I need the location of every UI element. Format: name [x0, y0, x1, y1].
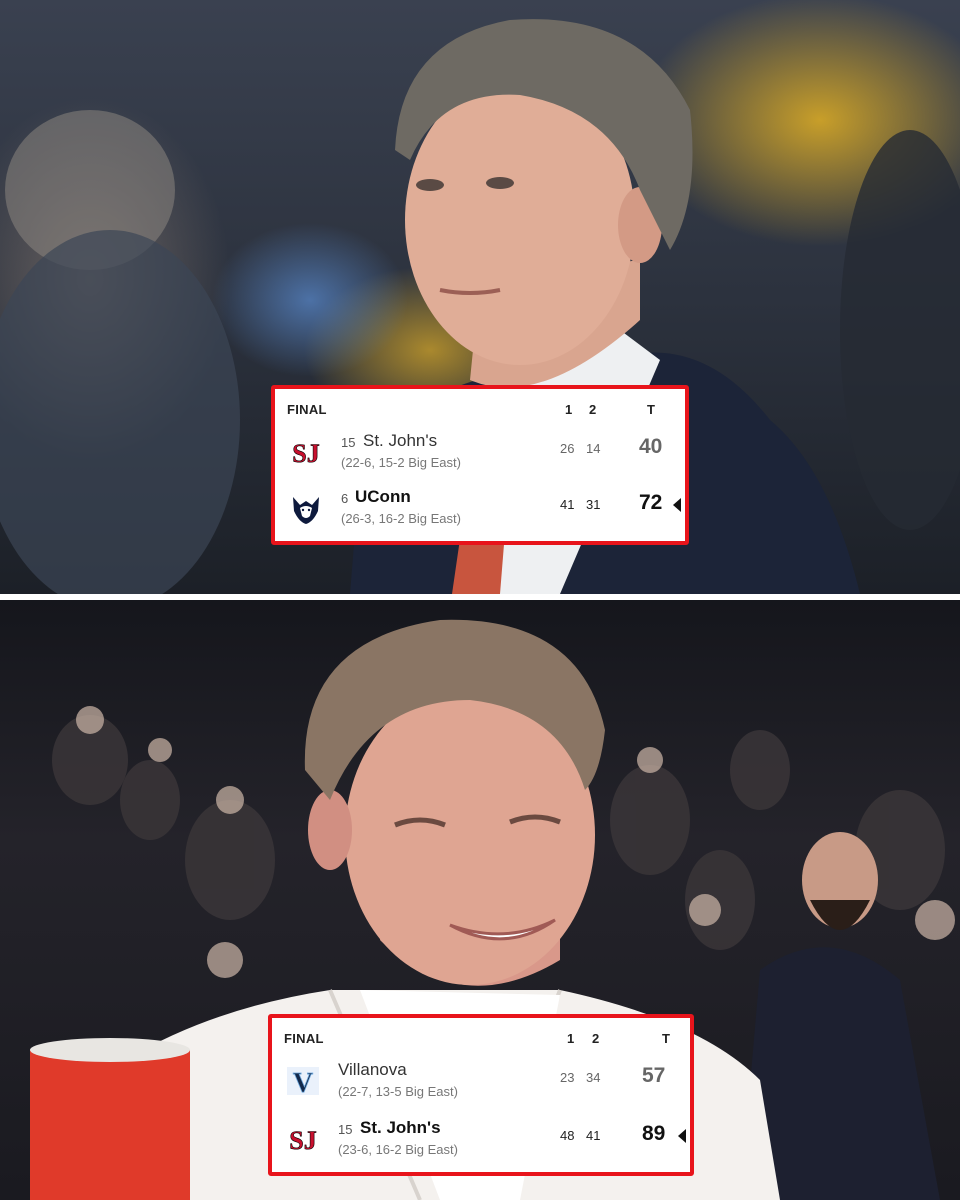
scorecard-header: FINAL 1 2 T: [275, 389, 685, 429]
team-rank: 15: [341, 435, 356, 450]
team-row-uconn[interactable]: 6 UConn (26-3, 16-2 Big East) 41 31 72: [275, 481, 685, 537]
svg-text:V: V: [293, 1068, 313, 1098]
team-name: St. John's: [360, 1118, 441, 1137]
team-row-st-johns[interactable]: SJ 15 St. John's (22-6, 15-2 Big East) 2…: [275, 425, 685, 481]
team-record: (22-6, 15-2 Big East): [341, 455, 461, 470]
uconn-husky-logo-icon: [293, 497, 319, 524]
total-score: 72: [639, 491, 663, 514]
svg-text:SJ: SJ: [292, 439, 319, 468]
period-2-score: 14: [586, 441, 601, 456]
team-row-st-johns[interactable]: SJ 15 St. John's (23-6, 16-2 Big East) 4…: [272, 1112, 690, 1168]
team-record: (23-6, 16-2 Big East): [338, 1142, 458, 1157]
total-score: 57: [642, 1064, 666, 1087]
st-johns-logo-icon: SJ: [292, 439, 320, 469]
period-2-score: 41: [586, 1128, 601, 1143]
svg-text:SJ: SJ: [289, 1126, 316, 1155]
total-score: 89: [642, 1122, 666, 1145]
winner-arrow-icon: [673, 498, 681, 512]
period-1-score: 48: [560, 1128, 575, 1143]
scorecard-bottom: FINAL 1 2 T V Villanova (22-7, 13-5 Big …: [268, 1014, 694, 1176]
period-1-score: 26: [560, 441, 575, 456]
period-2-score: 34: [586, 1070, 601, 1085]
team-name: UConn: [355, 487, 411, 506]
st-johns-logo-icon: SJ: [289, 1126, 317, 1156]
period-1-score: 23: [560, 1070, 575, 1085]
winner-arrow-icon: [678, 1129, 686, 1143]
column-total-header: T: [662, 1031, 670, 1046]
status-final: FINAL: [287, 402, 327, 417]
team-name: Villanova: [338, 1060, 407, 1079]
column-2-header: 2: [589, 402, 597, 417]
column-2-header: 2: [592, 1031, 600, 1046]
team-rank: 6: [341, 491, 349, 506]
villanova-logo-icon: V: [287, 1067, 319, 1098]
period-1-score: 41: [560, 497, 575, 512]
team-record: (22-7, 13-5 Big East): [338, 1084, 458, 1099]
scorecard-top: FINAL 1 2 T SJ 15 St. John's (22-6, 15-2…: [271, 385, 689, 545]
column-1-header: 1: [565, 402, 573, 417]
scorecard-header: FINAL 1 2 T: [272, 1018, 690, 1058]
status-final: FINAL: [284, 1031, 324, 1046]
period-2-score: 31: [586, 497, 601, 512]
total-score: 40: [639, 435, 663, 458]
team-record: (26-3, 16-2 Big East): [341, 511, 461, 526]
team-rank: 15: [338, 1122, 353, 1137]
column-total-header: T: [647, 402, 655, 417]
team-row-villanova[interactable]: V Villanova (22-7, 13-5 Big East) 23 34 …: [272, 1054, 690, 1110]
team-name: St. John's: [363, 431, 438, 450]
column-1-header: 1: [567, 1031, 575, 1046]
